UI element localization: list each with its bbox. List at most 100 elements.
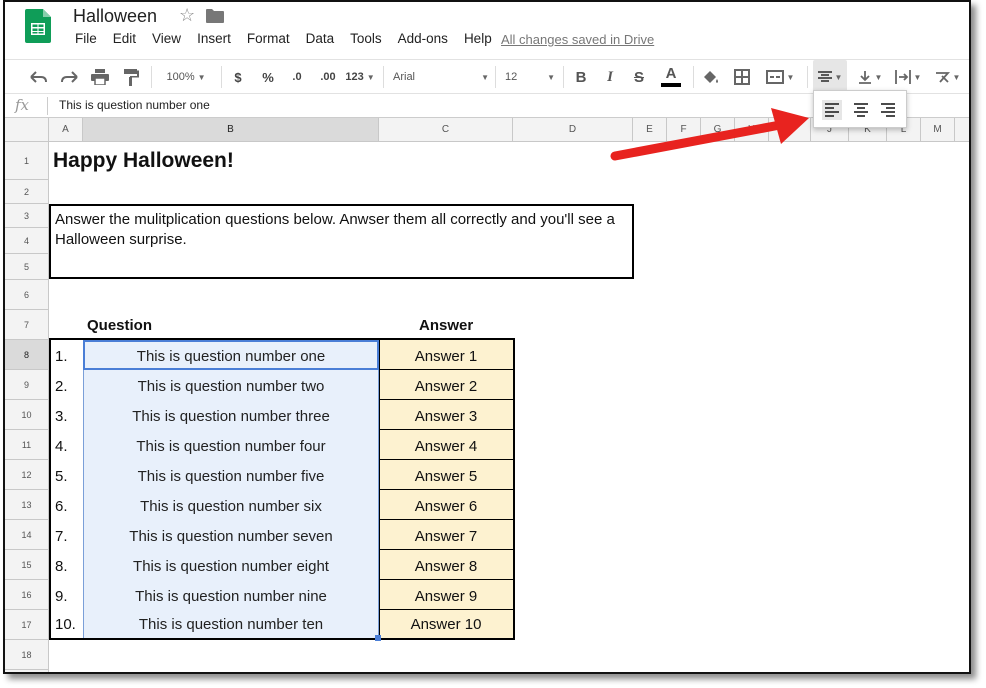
row-number-cell[interactable]: 9.	[55, 588, 68, 605]
answer-cell[interactable]: Answer 9	[379, 588, 513, 605]
answer-cell[interactable]: Answer 8	[379, 558, 513, 575]
row-header-1[interactable]: 1	[5, 142, 49, 180]
row-number-cell[interactable]: 1.	[55, 348, 68, 365]
menu-data[interactable]: Data	[306, 31, 335, 46]
increase-decimal-button[interactable]: .00	[315, 60, 341, 94]
sheet-title-cell[interactable]: Happy Halloween!	[53, 149, 234, 173]
answer-row-border	[379, 429, 513, 430]
row-header-4[interactable]: 4	[5, 228, 49, 254]
question-cell[interactable]: This is question number seven	[83, 528, 379, 545]
font-family-select[interactable]: Arial ▼	[393, 60, 489, 94]
menu-edit[interactable]: Edit	[113, 31, 136, 46]
question-cell[interactable]: This is question number nine	[83, 588, 379, 605]
more-formats-select[interactable]: 123 ▼	[343, 60, 377, 94]
row-header-9[interactable]: 9	[5, 370, 49, 400]
question-cell[interactable]: This is question number five	[83, 468, 379, 485]
menu-addons[interactable]: Add-ons	[398, 31, 448, 46]
fill-handle[interactable]	[375, 635, 381, 641]
align-right-option[interactable]	[878, 100, 898, 120]
font-size-select[interactable]: 12 ▼	[505, 60, 555, 94]
print-icon[interactable]	[89, 60, 111, 94]
row-header-16[interactable]: 16	[5, 580, 49, 610]
question-cell[interactable]: This is question number six	[83, 498, 379, 515]
column-header-b[interactable]: B	[83, 118, 379, 142]
column-header-a[interactable]: A	[49, 118, 83, 142]
row-header-2[interactable]: 2	[5, 180, 49, 204]
answer-cell[interactable]: Answer 10	[379, 616, 513, 633]
question-cell[interactable]: This is question number four	[83, 438, 379, 455]
answer-cell[interactable]: Answer 4	[379, 438, 513, 455]
column-header-m[interactable]: M	[921, 118, 955, 142]
text-rotation-select[interactable]: ▼	[929, 60, 965, 94]
row-header-11[interactable]: 11	[5, 430, 49, 460]
row-header-6[interactable]: 6	[5, 280, 49, 310]
column-header-next[interactable]	[955, 118, 969, 142]
folder-icon[interactable]	[206, 9, 224, 23]
currency-button[interactable]: $	[227, 60, 249, 94]
document-title[interactable]: Halloween	[73, 6, 157, 27]
save-status-link[interactable]: All changes saved in Drive	[501, 32, 654, 47]
question-cell[interactable]: This is question number ten	[83, 616, 379, 633]
italic-button[interactable]: I	[599, 60, 621, 94]
vertical-align-select[interactable]: ▼	[853, 60, 887, 94]
row-number-cell[interactable]: 2.	[55, 378, 68, 395]
menu-tools[interactable]: Tools	[350, 31, 382, 46]
bold-button[interactable]: B	[570, 60, 592, 94]
row-number-cell[interactable]: 8.	[55, 558, 68, 575]
fill-color-icon[interactable]	[700, 60, 722, 94]
zoom-select[interactable]: 100% ▼	[157, 60, 215, 94]
question-cell[interactable]: This is question number three	[83, 408, 379, 425]
column-header-c[interactable]: C	[379, 118, 513, 142]
question-cell[interactable]: This is question number eight	[83, 558, 379, 575]
row-number-cell[interactable]: 3.	[55, 408, 68, 425]
menu-insert[interactable]: Insert	[197, 31, 231, 46]
menu-format[interactable]: Format	[247, 31, 290, 46]
row-header-14[interactable]: 14	[5, 520, 49, 550]
row-header-12[interactable]: 12	[5, 460, 49, 490]
row-header-7[interactable]: 7	[5, 310, 49, 340]
horizontal-align-select[interactable]: ▼	[813, 60, 847, 94]
row-header-17[interactable]: 17	[5, 610, 49, 640]
borders-icon[interactable]	[731, 60, 753, 94]
align-center-option[interactable]	[851, 100, 871, 120]
undo-icon[interactable]	[27, 60, 49, 94]
row-header-10[interactable]: 10	[5, 400, 49, 430]
row-number-cell[interactable]: 6.	[55, 498, 68, 515]
answer-cell[interactable]: Answer 2	[379, 378, 513, 395]
text-color-button[interactable]: A	[659, 60, 683, 94]
star-icon[interactable]: ☆	[179, 5, 195, 26]
row-number-cell[interactable]: 7.	[55, 528, 68, 545]
paint-format-icon[interactable]	[120, 60, 142, 94]
question-header-cell[interactable]: Question	[87, 317, 152, 334]
menu-file[interactable]: File	[75, 31, 97, 46]
row-header-15[interactable]: 15	[5, 550, 49, 580]
answer-cell[interactable]: Answer 5	[379, 468, 513, 485]
merge-cells-select[interactable]: ▼	[761, 60, 799, 94]
answer-header-cell[interactable]: Answer	[419, 317, 473, 334]
formula-input[interactable]: This is question number one	[59, 98, 210, 112]
menu-view[interactable]: View	[152, 31, 181, 46]
row-number-cell[interactable]: 10.	[55, 616, 76, 633]
text-wrapping-select[interactable]: ▼	[891, 60, 925, 94]
row-header-13[interactable]: 13	[5, 490, 49, 520]
row-number-cell[interactable]: 4.	[55, 438, 68, 455]
strikethrough-button[interactable]: S	[628, 60, 650, 94]
row-header-5[interactable]: 5	[5, 254, 49, 280]
answer-cell[interactable]: Answer 7	[379, 528, 513, 545]
menu-help[interactable]: Help	[464, 31, 492, 46]
percent-button[interactable]: %	[257, 60, 279, 94]
redo-icon[interactable]	[59, 60, 81, 94]
answer-cell[interactable]: Answer 1	[379, 348, 513, 365]
sheets-logo-icon[interactable]	[25, 9, 51, 43]
align-left-option[interactable]	[822, 100, 842, 120]
row-header-3[interactable]: 3	[5, 204, 49, 228]
question-cell[interactable]: This is question number two	[83, 378, 379, 395]
select-all-corner[interactable]	[5, 118, 49, 142]
answer-cell[interactable]: Answer 3	[379, 408, 513, 425]
row-header-18[interactable]: 18	[5, 640, 49, 670]
row-header-8[interactable]: 8	[5, 340, 49, 370]
answer-row-border	[379, 489, 513, 490]
answer-cell[interactable]: Answer 6	[379, 498, 513, 515]
row-number-cell[interactable]: 5.	[55, 468, 68, 485]
decrease-decimal-button[interactable]: .0	[285, 60, 309, 94]
